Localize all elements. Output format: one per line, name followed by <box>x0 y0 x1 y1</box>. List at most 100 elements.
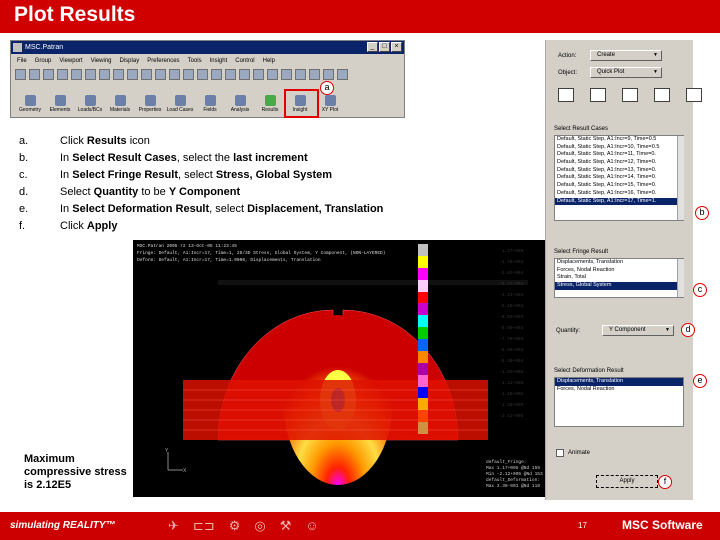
animate-checkbox[interactable] <box>556 449 564 457</box>
result-cases-list[interactable]: Default, Static Step, A1:Incr=9, Time=0.… <box>554 135 684 221</box>
toolbar-tool-icon[interactable] <box>141 69 152 80</box>
toolbar-tool-icon[interactable] <box>127 69 138 80</box>
callout-b: b <box>695 206 709 220</box>
select-results-icon[interactable] <box>558 88 574 102</box>
toolbar-tool-icon[interactable] <box>183 69 194 80</box>
app-load-cases-button[interactable]: Load Cases <box>165 94 195 118</box>
legend-color-swatch <box>418 362 428 375</box>
minimize-icon[interactable]: _ <box>367 42 378 52</box>
result-case-item[interactable]: Default, Static Step, A1:Incr=15, Time=0… <box>555 182 683 190</box>
step-text: In Select Deformation Result, select Dis… <box>60 201 383 218</box>
toolbar-tool-icon[interactable] <box>309 69 320 80</box>
toolbar-tool-icon[interactable] <box>99 69 110 80</box>
app-fields-button[interactable]: Fields <box>195 94 225 118</box>
toolbar-tool-icon[interactable] <box>337 69 348 80</box>
app-properties-button[interactable]: Properties <box>135 94 165 118</box>
display-attributes-icon[interactable] <box>622 88 638 102</box>
toolbar-tool-icon[interactable] <box>225 69 236 80</box>
menu-item-insight[interactable]: Insight <box>210 55 228 67</box>
fringe-result-item[interactable]: Displacements, Translation <box>555 259 683 267</box>
result-case-item[interactable]: Default, Static Step, A1:Incr=14, Time=0… <box>555 174 683 182</box>
patran-menubar: File Group Viewport Viewing Display Preferenc… <box>11 55 404 67</box>
app-geometry-button[interactable]: Geometry <box>15 94 45 118</box>
menu-item-file[interactable]: File <box>17 55 27 67</box>
toolbar-tool-icon[interactable] <box>253 69 264 80</box>
footer-brand: simulating REALITY™ <box>10 520 116 531</box>
toolbar-tool-icon[interactable] <box>155 69 166 80</box>
legend-value: -1.78+004 <box>499 260 524 265</box>
toolbar-tool-icon[interactable] <box>113 69 124 80</box>
fringe-result-item[interactable]: Forces, Nodal Reaction <box>555 267 683 275</box>
toolbar-tool-icon[interactable] <box>281 69 292 80</box>
menu-item-help[interactable]: Help <box>263 55 275 67</box>
app-materials-button[interactable]: Materials <box>105 94 135 118</box>
result-case-item[interactable]: Default, Static Step, A1:Incr=9, Time=0.… <box>555 136 683 144</box>
result-case-item[interactable]: Default, Static Step, A1:Incr=11, Time=0… <box>555 151 683 159</box>
legend-color-swatch <box>418 422 428 434</box>
menu-item-tools[interactable]: Tools <box>188 55 202 67</box>
deformation-result-list[interactable]: Displacements, Translation Forces, Nodal … <box>554 377 684 427</box>
menu-item-group[interactable]: Group <box>35 55 52 67</box>
menu-item-preferences[interactable]: Preferences <box>147 55 179 67</box>
toolbar-tool-icon[interactable] <box>43 69 54 80</box>
deformation-result-label: Select Deformation Result <box>554 368 624 374</box>
legend-value: -4.31+004 <box>499 293 524 298</box>
toolbar-tool-icon[interactable] <box>197 69 208 80</box>
fringe-result-scrollbar[interactable] <box>677 259 684 297</box>
plot-minmax-info: default_Fringe: Max 1.17+005 @Nd 159 Min -… <box>486 460 543 490</box>
deformation-result-item[interactable]: Displacements, Translation <box>555 378 683 386</box>
plot-options-icon[interactable] <box>654 88 670 102</box>
result-case-item[interactable]: Default, Static Step, A1:Incr=13, Time=0… <box>555 167 683 175</box>
toolbar-tool-icon[interactable] <box>85 69 96 80</box>
result-case-item[interactable]: Default, Static Step, A1:Incr=17, Time=1… <box>555 197 683 206</box>
app-results-button[interactable]: Results <box>255 94 285 118</box>
result-case-item[interactable]: Default, Static Step, A1:Incr=10, Time=0… <box>555 144 683 152</box>
legend-color-swatch <box>418 279 428 292</box>
result-cases-scrollbar[interactable] <box>677 136 684 220</box>
action-select[interactable]: Create <box>590 50 662 61</box>
deformation-result-item[interactable]: Forces, Nodal Reaction <box>555 386 683 394</box>
legend-value: -1.11+005 <box>499 381 524 386</box>
toolbar-tool-icon[interactable] <box>15 69 26 80</box>
menu-item-control[interactable]: Control <box>235 55 254 67</box>
fringe-result-item[interactable]: Strain, Total <box>555 274 683 282</box>
object-select[interactable]: Quick Plot <box>590 67 662 78</box>
menu-item-display[interactable]: Display <box>120 55 140 67</box>
legend-color-swatch <box>418 244 428 256</box>
toolbar-tool-icon[interactable] <box>323 69 334 80</box>
slide-footer: simulating REALITY™ ✈ ⊏⊐ ⚙ ◎ ⚒ ☺ 17 MSC … <box>0 512 720 540</box>
msc-logo: MSC Software <box>622 518 703 532</box>
target-entities-icon[interactable] <box>590 88 606 102</box>
toolbar-tool-icon[interactable] <box>71 69 82 80</box>
close-icon[interactable]: × <box>391 42 402 52</box>
fringe-result-list[interactable]: Displacements, Translation Forces, Nodal … <box>554 258 684 298</box>
app-xy-plot-button[interactable]: XY Plot <box>315 94 345 118</box>
toolbar-tool-icon[interactable] <box>29 69 40 80</box>
result-case-item[interactable]: Default, Static Step, A1:Incr=16, Time=0… <box>555 190 683 198</box>
toolbar-tool-icon[interactable] <box>169 69 180 80</box>
app-loads-bcs-button[interactable]: Loads/BCs <box>75 94 105 118</box>
fringe-result-item[interactable]: Stress, Global System <box>555 282 683 290</box>
maximize-icon[interactable]: □ <box>379 42 390 52</box>
toolbar-tool-icon[interactable] <box>239 69 250 80</box>
app-elements-button[interactable]: Elements <box>45 94 75 118</box>
app-analysis-button[interactable]: Analysis <box>225 94 255 118</box>
app-geometry-icon <box>24 95 36 106</box>
app-properties-icon <box>144 95 156 106</box>
quantity-select[interactable]: Y Component <box>602 325 674 336</box>
menu-item-viewport[interactable]: Viewport <box>59 55 82 67</box>
menu-item-viewing[interactable]: Viewing <box>91 55 112 67</box>
toolbar-tool-icon[interactable] <box>57 69 68 80</box>
animation-options-icon[interactable] <box>686 88 702 102</box>
toolbar-tool-icon[interactable] <box>267 69 278 80</box>
step-fragment: , select the <box>176 152 234 164</box>
toolbar-tool-icon[interactable] <box>211 69 222 80</box>
result-case-item[interactable]: Default, Static Step, A1:Incr=12, Time=0… <box>555 159 683 167</box>
stress-contour-plot: Y X <box>165 250 548 490</box>
toolbar-tool-icon[interactable] <box>295 69 306 80</box>
legend-value: -5.16+004 <box>499 304 524 309</box>
target-icon: ◎ <box>254 518 266 533</box>
slide-title: Plot Results <box>14 3 136 26</box>
instruction-step: f. Click Apply <box>19 218 439 235</box>
apply-button[interactable]: Apply <box>596 475 658 488</box>
